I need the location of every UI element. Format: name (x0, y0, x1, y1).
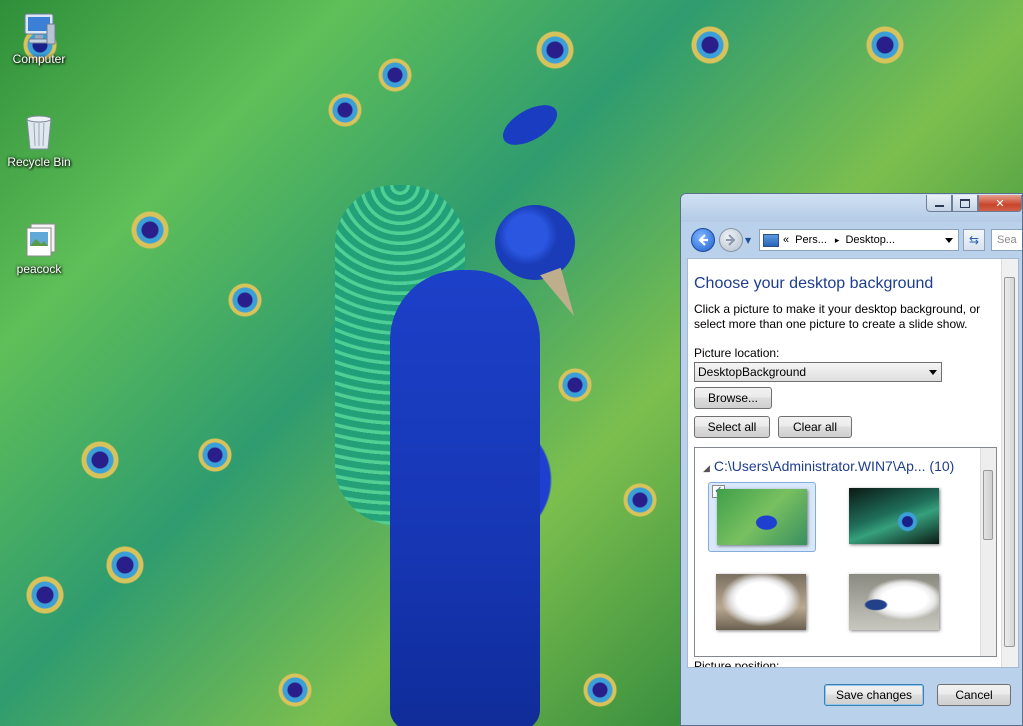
picture-gallery: ◢ C:\Users\Administrator.WIN7\Ap... (10) … (694, 447, 997, 657)
search-input[interactable]: Sea (991, 229, 1022, 251)
thumbnail-image (716, 574, 806, 630)
page-description: Click a picture to make it your desktop … (694, 302, 981, 331)
wallpaper-peacock-head (495, 205, 575, 280)
navigation-bar: ▼ « Pers... ▸ Desktop... ⇆ Sea (681, 222, 1022, 256)
thumbnail-peacock-feather[interactable] (841, 482, 949, 552)
page-title: Choose your desktop background (694, 275, 934, 292)
arrow-right-icon (726, 234, 736, 246)
maximize-icon (960, 198, 970, 208)
thumbnail-blue-peacock-white-tail[interactable] (841, 568, 949, 638)
breadcrumb-desktop-background[interactable]: Desktop... (845, 234, 895, 246)
picture-position-label: Picture position: (694, 659, 780, 668)
maximize-button[interactable] (952, 195, 978, 212)
thumbnail-white-peacock[interactable] (708, 568, 816, 638)
desktop-icon-recycle-bin[interactable]: Recycle Bin (4, 113, 74, 169)
thumbnail-image (717, 489, 807, 545)
save-changes-button[interactable]: Save changes (824, 684, 924, 706)
minimize-button[interactable] (926, 195, 952, 212)
wallpaper-peacock-crest (496, 97, 564, 153)
group-header-text: C:\Users\Administrator.WIN7\Ap... (10) (713, 458, 955, 474)
wallpaper-peacock-neck (390, 270, 540, 726)
thumbnail-image (849, 574, 939, 630)
forward-button[interactable] (719, 228, 743, 252)
close-button[interactable]: ✕ (978, 195, 1022, 212)
breadcrumb-overflow[interactable]: « (783, 234, 789, 246)
clear-all-button[interactable]: Clear all (778, 416, 852, 438)
photo-file-icon (19, 220, 59, 260)
address-bar[interactable]: « Pers... ▸ Desktop... (759, 229, 959, 251)
desktop-icon-computer[interactable]: Computer (4, 10, 74, 66)
close-icon: ✕ (995, 196, 1005, 210)
refresh-icon: ⇆ (968, 233, 980, 247)
window-titlebar[interactable]: ✕ (681, 194, 1022, 222)
gallery-scrollbar[interactable] (980, 448, 996, 656)
desktop-icon-peacock[interactable]: peacock (4, 220, 74, 276)
gallery-scroll-thumb[interactable] (983, 470, 993, 540)
chevron-down-icon[interactable] (945, 238, 953, 243)
desktop-icon-label: Computer (12, 52, 66, 66)
thumbnail-image (849, 488, 939, 544)
select-all-button[interactable]: Select all (694, 416, 770, 438)
picture-location-value: DesktopBackground (698, 365, 807, 379)
content-scroll-thumb[interactable] (1004, 277, 1015, 647)
desktop-background-window: ✕ ▼ « Pers... ▸ Desktop... ⇆ Sea Choose … (680, 193, 1023, 726)
chevron-down-icon (929, 370, 937, 375)
browse-button[interactable]: Browse... (694, 387, 772, 409)
window-footer: Save changes Cancel (681, 672, 1022, 725)
picture-group-header[interactable]: ◢ C:\Users\Administrator.WIN7\Ap... (10) (703, 458, 954, 474)
content-pane: Choose your desktop background Click a p… (687, 258, 1019, 668)
breadcrumb-personalization[interactable]: Pers... (795, 234, 827, 246)
minimize-icon (934, 204, 944, 207)
content-scrollbar[interactable] (1001, 259, 1018, 667)
wallpaper-peacock-beak (540, 267, 578, 323)
arrow-left-icon (698, 234, 708, 246)
collapse-triangle-icon[interactable]: ◢ (703, 463, 710, 473)
cancel-button[interactable]: Cancel (937, 684, 1011, 706)
breadcrumb-separator[interactable]: ▸ (835, 235, 840, 246)
refresh-button[interactable]: ⇆ (963, 229, 985, 251)
picture-location-label: Picture location: (694, 346, 780, 360)
computer-icon (19, 10, 59, 50)
control-panel-icon (763, 233, 779, 247)
back-button[interactable] (691, 228, 715, 252)
desktop-icon-label: Recycle Bin (7, 155, 71, 169)
desktop-icon-label: peacock (16, 262, 62, 276)
recent-pages-dropdown[interactable]: ▼ (745, 236, 751, 245)
recycle-bin-icon (19, 113, 59, 153)
picture-location-select[interactable]: DesktopBackground (694, 362, 942, 382)
thumbnail-peacock-blue[interactable]: ✓ (708, 482, 816, 552)
